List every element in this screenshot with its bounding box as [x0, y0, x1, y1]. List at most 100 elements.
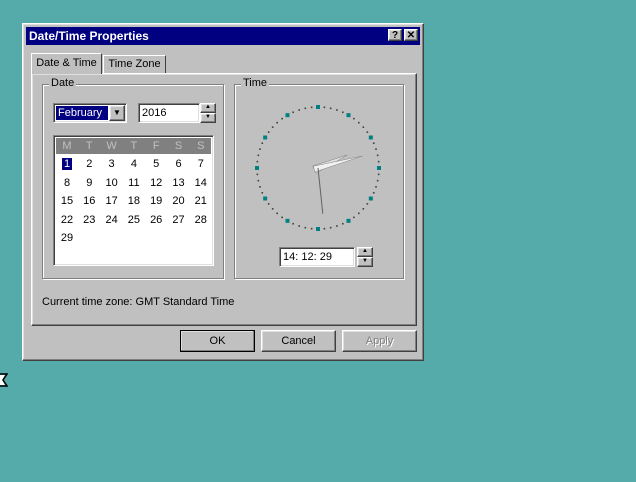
clock-minute-dot	[259, 148, 261, 150]
date-group-label: Date	[49, 77, 77, 89]
calendar-weekday-6: S	[197, 140, 205, 152]
apply-button[interactable]: Apply	[342, 330, 417, 352]
calendar-day-2[interactable]: 2	[78, 158, 100, 170]
calendar-weekday-4: F	[152, 140, 160, 152]
desktop-icon-fragment[interactable]	[0, 370, 8, 390]
calendar-day-13[interactable]: 13	[168, 177, 190, 189]
clock-hour-marker	[285, 218, 290, 223]
time-group: Time 14: 12: 29 ▲ ▼	[234, 77, 404, 279]
clock-minute-dot	[375, 148, 377, 150]
ok-button[interactable]: OK	[180, 330, 255, 352]
clock-minute-dot	[256, 173, 259, 176]
clock-hour-marker	[285, 113, 290, 118]
calendar-day-3[interactable]: 3	[101, 158, 123, 170]
calendar-day-22[interactable]: 22	[56, 214, 78, 226]
calendar-day-21[interactable]: 21	[190, 195, 212, 207]
clock-minute-dot	[267, 203, 270, 205]
tab-time-zone-label: Time Zone	[108, 58, 161, 70]
help-button[interactable]: ?	[388, 29, 402, 41]
chevron-down-icon[interactable]: ▼	[109, 105, 125, 121]
calendar-day-20[interactable]: 20	[168, 195, 190, 207]
calendar-day-10[interactable]: 10	[101, 177, 123, 189]
clock-minute-dot	[336, 109, 338, 111]
clock-minute-dot	[281, 216, 283, 219]
calendar-day-6[interactable]: 6	[168, 158, 190, 170]
calendar-weekday-header: MTWTFSS	[56, 138, 211, 154]
clock-minute-dot	[342, 222, 344, 225]
calendar-weekday-5: S	[174, 140, 183, 152]
title-bar[interactable]: Date/Time Properties ? ✕	[26, 27, 420, 45]
calendar-grid[interactable]: MTWTFSS 1 2 3 4 5 6 7 8 9 10 11 12 13 14 15 16 17 18 19 20 2…	[53, 135, 214, 266]
clock-minute-dot	[292, 222, 294, 225]
clock-second-hand	[317, 167, 324, 214]
clock-minute-dot	[256, 160, 259, 163]
calendar-day-18[interactable]: 18	[123, 195, 145, 207]
calendar-day-25[interactable]: 25	[123, 214, 145, 226]
clock-hour-marker	[255, 166, 259, 170]
clock-minute-dot	[377, 160, 380, 163]
clock-minute-dot	[353, 117, 355, 120]
calendar-day-12[interactable]: 12	[145, 177, 167, 189]
calendar-day-15[interactable]: 15	[56, 195, 78, 207]
calendar-day-5[interactable]: 5	[145, 158, 167, 170]
calendar-weekday-3: T	[130, 140, 138, 152]
clock-minute-dot	[304, 107, 307, 110]
ok-button-label: OK	[209, 335, 226, 347]
close-button[interactable]: ✕	[404, 29, 418, 41]
calendar-day-16[interactable]: 16	[78, 195, 100, 207]
clock-minute-dot	[259, 186, 261, 188]
calendar-day-28[interactable]: 28	[190, 214, 212, 226]
date-time-properties-window: Date/Time Properties ? ✕ Date & Time Tim…	[22, 23, 424, 361]
clock-minute-dot	[271, 126, 274, 128]
clock-minute-dot	[257, 179, 260, 182]
calendar-day-9[interactable]: 9	[78, 177, 100, 189]
calendar-day-4[interactable]: 4	[123, 158, 145, 170]
calendar-day-11[interactable]: 11	[123, 177, 145, 189]
tab-panel: Date February ▼ 2016 ▲ ▼ MTWTFSS 1234567…	[31, 73, 417, 326]
clock-minute-dot	[362, 126, 365, 128]
year-input[interactable]: 2016	[138, 103, 200, 123]
current-timezone-text: Current time zone: GMT Standard Time	[42, 296, 235, 308]
clock-minute-dot	[353, 216, 355, 219]
time-input[interactable]: 14: 12: 29	[279, 247, 355, 267]
calendar-day-7[interactable]: 7	[190, 158, 212, 170]
year-spinner[interactable]: ▲ ▼	[200, 103, 216, 123]
calendar-day-19[interactable]: 19	[145, 195, 167, 207]
tab-date-time[interactable]: Date & Time	[31, 53, 102, 74]
calendar-day-29[interactable]: 29	[56, 232, 78, 244]
calendar-day-14[interactable]: 14	[190, 177, 212, 189]
clock-minute-dot	[298, 109, 300, 111]
clock-hour-marker	[346, 218, 351, 223]
clock-minute-dot	[336, 225, 338, 227]
clock-minute-dot	[276, 212, 278, 215]
spin-up-icon[interactable]: ▲	[357, 247, 373, 257]
clock-minute-dot	[358, 121, 360, 124]
clock-minute-dot	[366, 131, 369, 133]
calendar-day-17[interactable]: 17	[101, 195, 123, 207]
calendar-day-27[interactable]: 27	[168, 214, 190, 226]
calendar-day-1[interactable]: 1	[56, 158, 78, 170]
spin-down-icon[interactable]: ▼	[200, 113, 216, 123]
calendar-day-8[interactable]: 8	[56, 177, 78, 189]
calendar-weekday-2: W	[106, 140, 117, 152]
clock-hour-marker	[263, 135, 268, 140]
spin-up-icon[interactable]: ▲	[200, 103, 216, 113]
clock-minute-dot	[366, 203, 369, 205]
month-dropdown[interactable]: February ▼	[53, 103, 127, 123]
calendar-day-23[interactable]: 23	[78, 214, 100, 226]
analog-clock	[255, 105, 381, 231]
clock-minute-dot	[329, 226, 332, 229]
tab-time-zone[interactable]: Time Zone	[103, 55, 166, 73]
spin-down-icon[interactable]: ▼	[357, 257, 373, 267]
date-group: Date February ▼ 2016 ▲ ▼ MTWTFSS 1234567…	[42, 77, 224, 279]
clock-hour-marker	[346, 113, 351, 118]
time-group-label: Time	[241, 77, 270, 89]
clock-minute-dot	[304, 226, 307, 229]
calendar-day-26[interactable]: 26	[145, 214, 167, 226]
clock-minute-dot	[372, 142, 375, 144]
calendar-day-24[interactable]: 24	[101, 214, 123, 226]
time-spinner[interactable]: ▲ ▼	[357, 247, 373, 267]
clock-minute-dot	[298, 225, 300, 227]
cancel-button[interactable]: Cancel	[261, 330, 336, 352]
clock-minute-dot	[310, 227, 313, 230]
